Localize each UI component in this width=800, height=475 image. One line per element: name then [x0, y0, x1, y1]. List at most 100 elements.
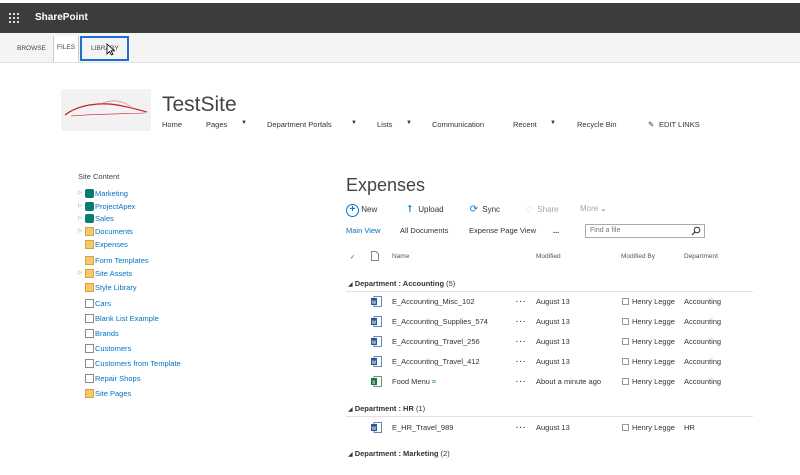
search-input[interactable]: Find a file [585, 224, 705, 238]
tab-files[interactable]: FILES [53, 36, 79, 62]
expand-arrow-icon[interactable]: ▷ [78, 270, 82, 276]
leftnav-label[interactable]: Cars [95, 299, 111, 308]
nav-pages[interactable]: Pages [206, 120, 227, 129]
leftnav-label[interactable]: Site Assets [95, 269, 132, 278]
app-launcher-icon[interactable] [9, 13, 19, 23]
site-title[interactable]: TestSite [162, 93, 237, 117]
new-button[interactable]: + New [346, 204, 377, 217]
nav-recent[interactable]: Recent [513, 120, 537, 129]
view-all-documents[interactable]: All Documents [400, 226, 448, 235]
leftnav-label[interactable]: Marketing [95, 189, 128, 198]
group-header-accounting[interactable]: ◢ Department : Accounting (5) [348, 279, 455, 288]
modified-by[interactable]: Henry Legge [622, 423, 675, 432]
modified-by-name[interactable]: Henry Legge [632, 377, 675, 386]
table-row[interactable]: x Food Menu ¤ ··· About a minute ago Hen… [346, 376, 753, 397]
column-name[interactable]: Name [392, 253, 409, 260]
library-title[interactable]: Expenses [346, 175, 425, 196]
leftnav-label[interactable]: Blank List Example [95, 314, 159, 323]
site-content-heading[interactable]: Site Content [78, 172, 119, 181]
expand-arrow-icon[interactable]: ▷ [78, 228, 82, 234]
leftnav-label[interactable]: Customers [95, 344, 131, 353]
modified-by-name[interactable]: Henry Legge [632, 337, 675, 346]
row-ellipsis-menu[interactable]: ··· [516, 423, 527, 432]
site-logo[interactable] [61, 89, 151, 131]
nav-department-portals[interactable]: Department Portals [267, 120, 332, 129]
leftnav-label[interactable]: Documents [95, 227, 133, 236]
view-expense-page-view[interactable]: Expense Page View [469, 226, 536, 235]
chevron-down-icon[interactable]: ▼ [406, 120, 412, 126]
modified-by[interactable]: Henry Legge [622, 337, 675, 346]
leftnav-label[interactable]: Form Templates [95, 256, 149, 265]
leftnav-label[interactable]: Site Pages [95, 389, 131, 398]
search-icon[interactable] [691, 226, 701, 236]
nav-lists[interactable]: Lists [377, 120, 392, 129]
leftnav-label[interactable]: Customers from Template [95, 359, 181, 368]
row-ellipsis-menu[interactable]: ··· [516, 357, 527, 366]
nav-home[interactable]: Home [162, 120, 182, 129]
modified-by[interactable]: Henry Legge [622, 377, 675, 386]
column-modified-by[interactable]: Modified By [621, 253, 655, 260]
group-header-marketing[interactable]: ◢ Department : Marketing (2) [348, 449, 450, 458]
file-name-link[interactable]: E_Accounting_Supplies_574 [392, 317, 488, 326]
file-name-link[interactable]: E_HR_Travel_989 [392, 423, 453, 432]
share-button[interactable]: ◌ Share [523, 204, 559, 216]
file-name-link[interactable]: E_Accounting_Travel_256 [392, 337, 480, 346]
file-name-link[interactable]: E_Accounting_Misc_102 [392, 297, 475, 306]
modified-by[interactable]: Henry Legge [622, 357, 675, 366]
leftnav-label[interactable]: Brands [95, 329, 119, 338]
file-name-link[interactable]: Food Menu ¤ [392, 377, 436, 386]
table-row[interactable]: w E_Accounting_Travel_412 ··· August 13 … [346, 356, 753, 377]
more-button[interactable]: More ⌄ [580, 204, 606, 216]
car-logo-icon [64, 100, 148, 117]
sync-button[interactable]: ⟳ Sync [468, 204, 500, 216]
modified-by[interactable]: Henry Legge [622, 297, 675, 306]
modified-by[interactable]: Henry Legge [622, 317, 675, 326]
modified-by-name[interactable]: Henry Legge [632, 297, 675, 306]
row-ellipsis-menu[interactable]: ··· [516, 317, 527, 326]
modified-by-name[interactable]: Henry Legge [632, 423, 675, 432]
table-row[interactable]: w E_Accounting_Misc_102 ··· August 13 He… [346, 296, 753, 317]
file-name-link[interactable]: E_Accounting_Travel_412 [392, 357, 480, 366]
edit-links-link[interactable]: EDIT LINKS [659, 120, 700, 129]
table-row[interactable]: w E_Accounting_Supplies_574 ··· August 1… [346, 316, 753, 337]
modified-by-name[interactable]: Henry Legge [632, 357, 675, 366]
tab-browse[interactable]: BROWSE [17, 45, 46, 52]
nav-recycle-bin[interactable]: Recycle Bin [577, 120, 617, 129]
column-modified[interactable]: Modified [536, 253, 561, 260]
row-ellipsis-menu[interactable]: ··· [516, 337, 527, 346]
chevron-down-icon[interactable]: ▼ [351, 120, 357, 126]
collapse-arrow-icon[interactable]: ◢ [348, 407, 353, 413]
leftnav-label[interactable]: Repair Shops [95, 374, 140, 383]
select-all-check-icon[interactable]: ✓ [350, 253, 355, 261]
modified-by-name[interactable]: Henry Legge [632, 317, 675, 326]
expand-arrow-icon[interactable]: ▷ [78, 203, 82, 209]
chevron-down-icon[interactable]: ▼ [241, 120, 247, 126]
expand-arrow-icon[interactable]: ▷ [78, 215, 82, 221]
row-ellipsis-menu[interactable]: ··· [516, 377, 527, 386]
expand-arrow-icon[interactable]: ▷ [78, 190, 82, 196]
leftnav-label[interactable]: Style Library [95, 283, 137, 292]
chevron-down-icon[interactable]: ▼ [550, 120, 556, 126]
table-row[interactable]: w E_HR_Travel_989 ··· August 13 Henry Le… [346, 422, 753, 443]
upload-button[interactable]: ⭡ Upload [404, 204, 444, 216]
collapse-arrow-icon[interactable]: ◢ [348, 282, 353, 288]
table-row[interactable]: w E_Accounting_Travel_256 ··· August 13 … [346, 336, 753, 357]
leftnav-label[interactable]: ProjectApex [95, 202, 135, 211]
view-main-view[interactable]: Main View [346, 226, 380, 235]
pencil-icon[interactable]: ✎ [648, 120, 654, 129]
leftnav-label[interactable]: Expenses [95, 240, 128, 249]
nav-communication[interactable]: Communication [432, 120, 484, 129]
brand-title[interactable]: SharePoint [35, 12, 88, 23]
views-more-ellipsis[interactable]: ... [553, 226, 559, 235]
group-header-hr[interactable]: ◢ Department : HR (1) [348, 404, 425, 413]
excel-doc-icon: x [371, 376, 382, 387]
group-divider [346, 416, 753, 417]
row-ellipsis-menu[interactable]: ··· [516, 297, 527, 306]
file-type-icon[interactable] [371, 251, 379, 261]
column-department[interactable]: Department [684, 253, 718, 260]
leftnav-label[interactable]: Sales [95, 214, 114, 223]
collapse-arrow-icon[interactable]: ◢ [348, 452, 353, 458]
svg-text:w: w [371, 360, 377, 366]
file-name-text[interactable]: Food Menu [392, 377, 430, 386]
group-label: Department : HR [354, 404, 414, 413]
